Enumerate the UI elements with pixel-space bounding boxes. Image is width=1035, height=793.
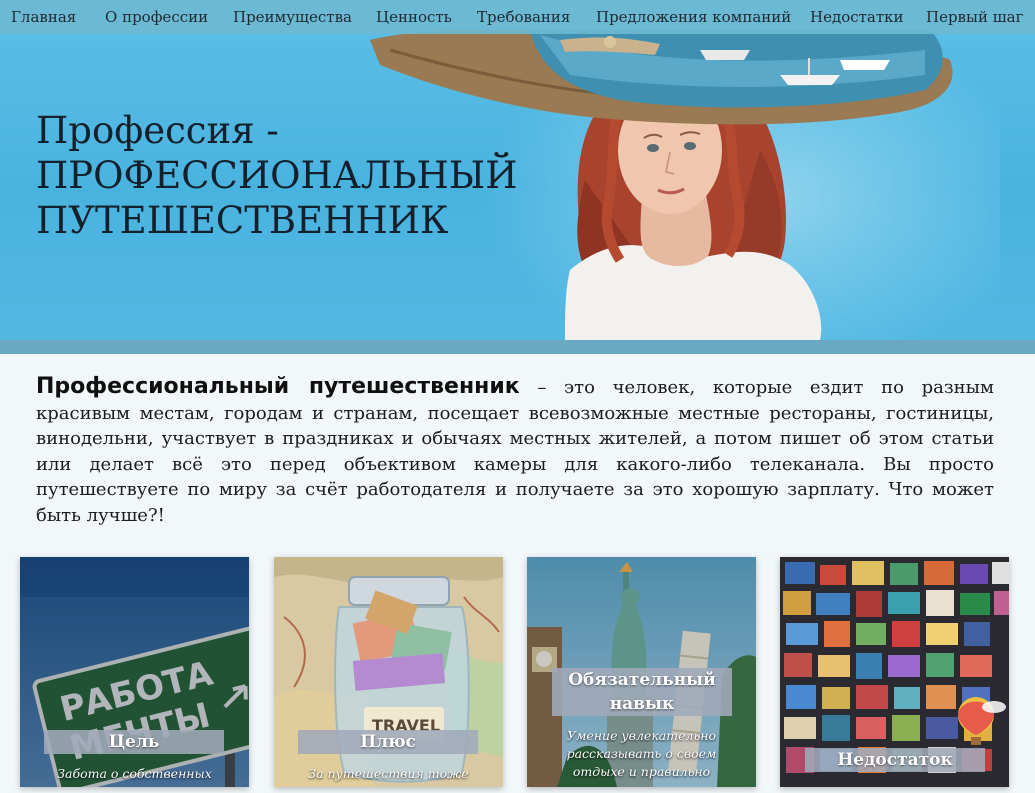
nav-item-offers[interactable]: Предложения компаний bbox=[596, 0, 791, 34]
hero-banner: Профессия - ПРОФЕССИОНАЛЬНЫЙ ПУТЕШЕСТВЕН… bbox=[0, 0, 1035, 340]
nav-item-value[interactable]: Ценность bbox=[376, 0, 452, 34]
nav-item-home[interactable]: Главная bbox=[11, 0, 76, 34]
card-goal-label: Цель bbox=[44, 730, 224, 754]
card-skill-caption-line2: рассказывать о своем bbox=[566, 746, 717, 761]
hero-title-line1: Профессия - bbox=[36, 109, 279, 152]
nav-item-about[interactable]: О профессии bbox=[105, 0, 208, 34]
card-skill-label: Обязательный навык bbox=[552, 668, 732, 716]
top-navigation: Главная О профессии Преимущества Ценност… bbox=[0, 0, 1035, 34]
hero-title: Профессия - ПРОФЕССИОНАЛЬНЫЙ ПУТЕШЕСТВЕН… bbox=[36, 108, 518, 243]
hero-bottom-band bbox=[0, 340, 1035, 354]
card-goal-caption: Забота о собственных bbox=[57, 766, 212, 781]
card-skill-label-line1: Обязательный bbox=[568, 670, 716, 690]
nav-item-advantages[interactable]: Преимущества bbox=[233, 0, 352, 34]
intro-paragraph: Профессиональный путешественник – это че… bbox=[36, 374, 994, 528]
intro-term: Профессиональный путешественник bbox=[36, 374, 520, 399]
nav-item-requirements[interactable]: Требования bbox=[477, 0, 570, 34]
card-plus[interactable]: TRAVEL Плюс За путешествия тоже bbox=[274, 557, 503, 787]
card-skill-caption-line1: Умение увлекательно bbox=[566, 728, 717, 743]
nav-item-first-step[interactable]: Первый шаг bbox=[926, 0, 1023, 34]
nav-item-disadvantages[interactable]: Недостатки bbox=[810, 0, 904, 34]
hero-title-line2: ПРОФЕССИОНАЛЬНЫЙ bbox=[36, 154, 518, 197]
card-disadvantage[interactable]: Недостаток bbox=[780, 557, 1009, 787]
card-skill-caption: Умение увлекательно рассказывать о своем… bbox=[527, 727, 756, 781]
card-skill[interactable]: Обязательный навык Умение увлекательно р… bbox=[527, 557, 756, 787]
card-plus-caption: За путешествия тоже bbox=[308, 766, 469, 781]
intro-text: – это человек, которые ездит по разным к… bbox=[36, 377, 994, 526]
card-disadvantage-label: Недостаток bbox=[805, 748, 985, 772]
hero-title-line3: ПУТЕШЕСТВЕННИК bbox=[36, 199, 449, 242]
card-skill-caption-line3: отдыхе и правильно bbox=[572, 764, 711, 779]
card-plus-label: Плюс bbox=[298, 730, 478, 754]
card-skill-label-line2: навык bbox=[609, 694, 675, 714]
card-goal[interactable]: РАБОТА МЕЧТЫ Цель Забота о собственных bbox=[20, 557, 249, 787]
